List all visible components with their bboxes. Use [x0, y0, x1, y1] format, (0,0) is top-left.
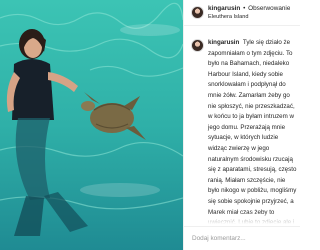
caption-text: Tyle się działo że zapomniałam o tym zdj… — [208, 39, 297, 224]
add-comment-input[interactable] — [192, 235, 292, 242]
post-photo[interactable] — [0, 0, 183, 250]
caption-fade — [191, 212, 299, 224]
post-header-text: kingarusin • Obserwowanie Eleuthera Isla… — [208, 4, 290, 22]
following-button[interactable]: Obserwowanie — [248, 5, 290, 12]
separator-dot: • — [243, 4, 246, 12]
caption-avatar[interactable] — [191, 39, 204, 52]
caption-username[interactable]: kingarusin — [208, 39, 239, 46]
username-link[interactable]: kingarusin — [208, 5, 240, 12]
post-header-row: kingarusin • Obserwowanie — [208, 4, 290, 13]
location-link[interactable]: Eleuthera Island — [208, 13, 290, 22]
avatar[interactable] — [191, 6, 204, 19]
caption-body: kingarusin Tyle się działo że zapomniała… — [208, 38, 297, 224]
comment-footer — [184, 226, 300, 250]
caption-comment: kingarusin Tyle się działo że zapomniała… — [191, 38, 299, 224]
post-detail-panel: kingarusin • Obserwowanie Eleuthera Isla… — [183, 0, 300, 250]
post-header: kingarusin • Obserwowanie Eleuthera Isla… — [184, 0, 300, 26]
snorkeling-turtle-image — [0, 0, 183, 250]
